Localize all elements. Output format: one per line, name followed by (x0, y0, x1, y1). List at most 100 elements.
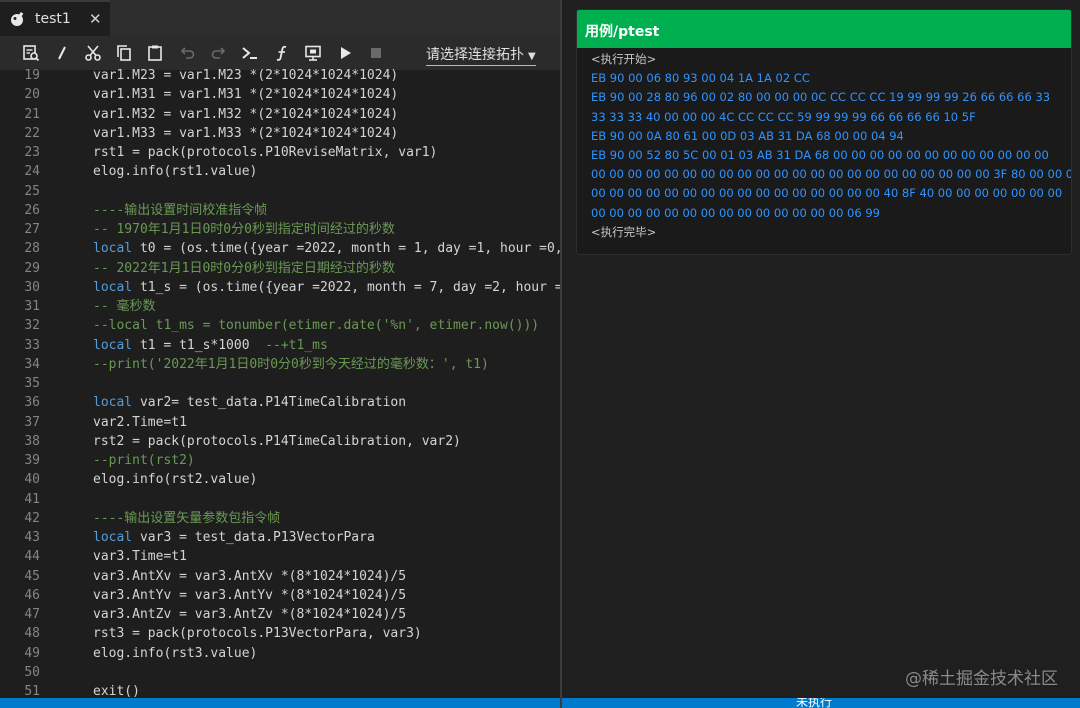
code-line: 49 elog.info(rst3.value) (0, 644, 560, 663)
comment-slash-icon[interactable] (50, 41, 74, 65)
keyword: local (93, 395, 133, 411)
code-line: 39 --print(rst2) (0, 451, 560, 470)
log-hex-line: EB 90 00 06 80 93 00 04 1A 1A 02 CC (591, 71, 810, 86)
line-number: 29 (24, 260, 40, 276)
code-line: 32 --local t1_ms = tonumber(etimer.date('… (0, 316, 560, 335)
close-icon[interactable]: ✕ (89, 10, 102, 28)
code-text: var1.M33 = var1.M33 *(2*1024*1024*1024) (93, 125, 399, 141)
code-text: var2.Time=t1 (93, 414, 187, 430)
code-text: var1.M32 = var1.M32 *(2*1024*1024*1024) (93, 106, 399, 122)
tab-bar: test1 ✕ (0, 0, 560, 36)
line-number: 30 (24, 279, 40, 295)
code-text: local t0 = (os.time({year =2022, month =… (93, 241, 560, 257)
line-number: 47 (24, 607, 40, 622)
code-line: 36 local var2= test_data.P14TimeCalibrati… (0, 393, 560, 412)
line-number: 39 (24, 453, 40, 468)
code-text: rst3 = pack(protocols.P13VectorPara, var… (93, 626, 422, 642)
code-line: 30 local t1_s = (os.time({year =2022, mon… (0, 278, 560, 297)
code-line: 35 (0, 374, 560, 393)
output-log: <执行开始> EB 90 00 06 80 93 00 04 1A 1A 02 C… (591, 50, 1072, 242)
line-number: 32 (24, 318, 40, 334)
run-icon[interactable] (333, 41, 357, 65)
code-line: 47 var3.AntZv = var3.AntZv *(8*1024*1024)… (0, 605, 560, 624)
line-number: 42 (24, 510, 40, 526)
code-line: 28 local t0 = (os.time({year =2022, month… (0, 239, 560, 258)
code-text: rst2 = pack(protocols.P14TimeCalibration… (93, 433, 461, 449)
caret-down-icon: ▼ (528, 51, 536, 62)
connection-topology-select[interactable]: 请选择连接拓扑 ▼ (426, 44, 536, 66)
code-line: 24 elog.info(rst1.value) (0, 162, 560, 181)
code-text: local t1 = t1_s*1000 --+t1_ms (93, 337, 328, 353)
code-line: 37 var2.Time=t1 (0, 413, 560, 432)
output-panel: 用例/ptest <执行开始> EB 90 00 06 80 93 00 04 1… (576, 9, 1072, 255)
stop-icon[interactable] (364, 41, 388, 65)
undo-icon[interactable] (175, 41, 199, 65)
line-number: 21 (24, 106, 40, 122)
function-icon[interactable] (270, 41, 294, 65)
keyword: local (93, 337, 133, 353)
line-number: 38 (24, 433, 40, 449)
line-number: 33 (24, 337, 40, 353)
cut-icon[interactable] (81, 41, 105, 65)
code-line: 40 elog.info(rst2.value) (0, 470, 560, 489)
code-line: 19 var1.M23 = var1.M23 *(2*1024*1024*1024… (0, 66, 560, 85)
keyword: local (93, 241, 133, 257)
line-number: 40 (24, 472, 40, 488)
copy-icon[interactable] (112, 41, 136, 65)
log-status-line: <执行开始> (591, 52, 657, 66)
code-line: 45 var3.AntXv = var3.AntXv *(8*1024*1024)… (0, 567, 560, 586)
code-text: rst1 = pack(protocols.P10ReviseMatrix, v… (93, 145, 438, 160)
line-number: 34 (24, 356, 40, 372)
output-panel-header: 用例/ptest (577, 10, 1071, 48)
code-line: 44 var3.Time=t1 (0, 547, 560, 566)
code-text: local var3 = test_data.P13VectorPara (93, 530, 375, 545)
code-text: var3.AntZv = var3.AntZv *(8*1024*1024)/5 (93, 607, 407, 622)
watermark: @稀土掘金技术社区 (905, 669, 1058, 689)
code-line: 21 var1.M32 = var1.M32 *(2*1024*1024*1024… (0, 105, 560, 124)
line-number: 23 (24, 145, 40, 160)
line-number: 37 (24, 414, 40, 430)
tab-test1[interactable]: test1 ✕ (0, 0, 110, 36)
log-hex-line: EB 90 00 52 80 5C 00 01 03 AB 31 DA 68 0… (591, 147, 1049, 162)
code-text: elog.info(rst3.value) (93, 645, 258, 661)
line-number: 41 (24, 491, 40, 507)
code-text: ----输出设置时间校准指令帧 (93, 202, 268, 218)
line-number: 48 (24, 626, 40, 642)
keyword: local (93, 530, 133, 545)
log-hex-line: EB 90 00 0A 80 61 00 0D 03 AB 31 DA 68 0… (591, 128, 904, 143)
log-hex-line: 00 00 00 00 00 00 00 00 00 00 00 00 00 0… (591, 167, 1072, 182)
line-number: 31 (24, 299, 40, 314)
code-text: local t1_s = (os.time({year =2022, month… (93, 279, 560, 295)
code-text: elog.info(rst2.value) (93, 472, 258, 488)
code-text: var1.M31 = var1.M31 *(2*1024*1024*1024) (93, 87, 399, 103)
code-line: 27 -- 1970年1月1日0时0分0秒到指定时间经过的秒数 (0, 220, 560, 239)
code-line: 50 (0, 663, 560, 682)
code-line: 26 ----输出设置时间校准指令帧 (0, 201, 560, 220)
line-number: 25 (24, 183, 40, 199)
code-text: var1.M23 = var1.M23 *(2*1024*1024*1024) (93, 68, 399, 83)
code-line: 42 ----输出设置矢量参数包指令帧 (0, 509, 560, 528)
code-line: 23 rst1 = pack(protocols.P10ReviseMatrix,… (0, 143, 560, 162)
monitor-icon[interactable] (301, 41, 325, 65)
code-editor-pane: test1 ✕ 请选择连接拓扑 ▼ 19 var1.M23 = var1.M23… (0, 0, 560, 708)
log-hex-line: EB 90 00 28 80 96 00 02 80 00 00 00 0C C… (591, 90, 1051, 105)
code-line: 43 local var3 = test_data.P13VectorPara (0, 528, 560, 547)
redo-icon[interactable] (207, 41, 231, 65)
code-text: -- 毫秒数 (93, 299, 156, 314)
status-bar-right: 未执行 (562, 698, 1080, 708)
paste-icon[interactable] (143, 41, 167, 65)
line-number: 35 (24, 376, 40, 391)
line-number: 45 (24, 568, 40, 584)
keyword: local (93, 279, 133, 295)
code-text: var3.Time=t1 (93, 549, 187, 565)
code-area[interactable]: 19 var1.M23 = var1.M23 *(2*1024*1024*1024… (0, 66, 560, 702)
code-line: 29 -- 2022年1月1日0时0分0秒到指定日期经过的秒数 (0, 259, 560, 278)
code-line: 41 (0, 490, 560, 509)
output-panel-title: 用例/ptest (585, 24, 660, 40)
terminal-icon[interactable] (238, 41, 262, 65)
code-text: --print('2022年1月1日0时0分0秒到今天经过的毫秒数：', t1) (93, 356, 489, 372)
code-line: 38 rst2 = pack(protocols.P14TimeCalibrati… (0, 432, 560, 451)
search-file-icon[interactable] (19, 41, 43, 65)
log-hex-line: 33 33 33 40 00 00 00 4C CC CC CC 59 99 9… (591, 109, 976, 124)
code-line: 46 var3.AntYv = var3.AntYv *(8*1024*1024)… (0, 586, 560, 605)
